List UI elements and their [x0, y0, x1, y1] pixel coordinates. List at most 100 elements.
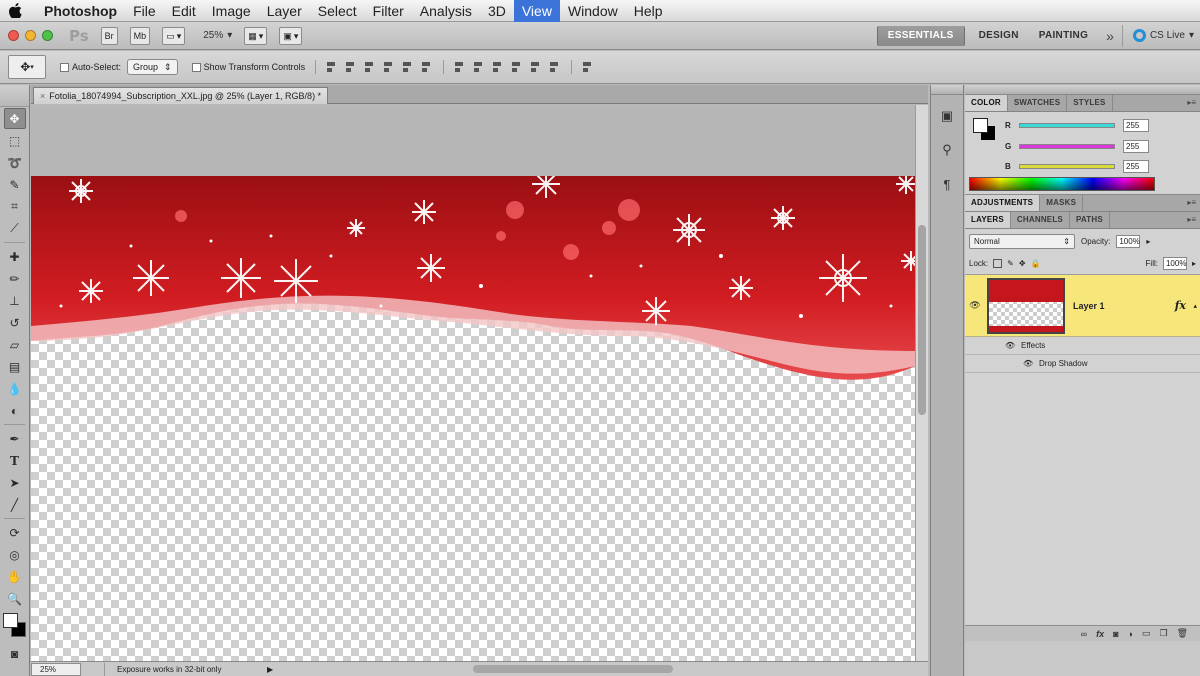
horizontal-scroll-thumb[interactable]: [473, 665, 674, 673]
distribute-top-icon[interactable]: [452, 60, 466, 74]
distribute-left-icon[interactable]: [509, 60, 523, 74]
visibility-eye-icon[interactable]: 👁: [1023, 359, 1033, 368]
layer-name[interactable]: Layer 1: [1073, 301, 1105, 311]
healing-brush-tool-icon[interactable]: ✚: [4, 246, 26, 267]
tab-styles[interactable]: STYLES: [1067, 95, 1113, 111]
opacity-field[interactable]: 100%: [1116, 234, 1141, 248]
menu-help[interactable]: Help: [626, 0, 671, 22]
menu-view[interactable]: View: [513, 0, 560, 22]
align-left-icon[interactable]: [381, 60, 395, 74]
menu-filter[interactable]: Filter: [365, 0, 412, 22]
vertical-scroll-thumb[interactable]: [918, 225, 926, 415]
brush-tool-icon[interactable]: ✏: [4, 268, 26, 289]
workspace-essentials[interactable]: ESSENTIALS: [876, 25, 965, 46]
workspace-design[interactable]: DESIGN: [969, 22, 1029, 50]
menu-app-photoshop[interactable]: Photoshop: [30, 0, 125, 22]
align-vcenter-icon[interactable]: [343, 60, 357, 74]
minimize-window-button[interactable]: [25, 30, 36, 41]
3d-rotate-tool-icon[interactable]: ⟳: [4, 522, 26, 543]
launch-bridge-button[interactable]: Br: [100, 26, 118, 45]
panel-menu-icon[interactable]: ▸≡: [1187, 215, 1196, 224]
launch-minibridge-button[interactable]: Mb: [129, 26, 151, 45]
tab-masks[interactable]: MASKS: [1040, 195, 1084, 211]
blur-tool-icon[interactable]: 💧: [4, 378, 26, 399]
add-layer-mask-icon[interactable]: ◙: [1113, 629, 1118, 639]
show-transform-controls-checkbox[interactable]: Show Transform Controls: [191, 62, 305, 72]
collapse-effects-arrow-icon[interactable]: ▴: [1193, 302, 1197, 310]
eyedropper-tool-icon[interactable]: ⟋: [4, 218, 26, 239]
distribute-right-icon[interactable]: [547, 60, 561, 74]
slider-track[interactable]: [1019, 122, 1115, 128]
menu-3d[interactable]: 3D: [480, 0, 514, 22]
screen-mode-button[interactable]: ▣ ▾: [279, 26, 303, 45]
link-layers-icon[interactable]: ∞: [1081, 629, 1087, 639]
panel-menu-icon[interactable]: ▸≡: [1187, 198, 1196, 207]
menu-file[interactable]: File: [125, 0, 164, 22]
tab-paths[interactable]: PATHS: [1070, 212, 1110, 228]
foreground-color-swatch[interactable]: [973, 118, 988, 133]
minibridge-panel-icon[interactable]: ▣: [934, 103, 960, 129]
visibility-eye-icon[interactable]: 👁: [1005, 341, 1015, 350]
cs-live-button[interactable]: CS Live ▾: [1121, 24, 1200, 47]
path-selection-tool-icon[interactable]: ➤: [4, 472, 26, 493]
tab-channels[interactable]: CHANNELS: [1011, 212, 1070, 228]
menu-layer[interactable]: Layer: [259, 0, 310, 22]
distribute-bottom-icon[interactable]: [490, 60, 504, 74]
menu-select[interactable]: Select: [310, 0, 365, 22]
blue-slider[interactable]: B 255: [1005, 159, 1195, 173]
panel-menu-icon[interactable]: ▸≡: [1187, 98, 1196, 107]
lock-image-pixels-icon[interactable]: ✎: [1007, 259, 1014, 268]
lock-position-icon[interactable]: ✥: [1019, 259, 1026, 268]
red-slider[interactable]: R 255: [1005, 118, 1195, 132]
slider-value[interactable]: 255: [1123, 159, 1149, 173]
slider-value[interactable]: 255: [1123, 139, 1149, 153]
foreground-background-swatches[interactable]: [2, 613, 28, 639]
line-tool-icon[interactable]: ╱: [4, 494, 26, 515]
tab-layers[interactable]: LAYERS: [965, 212, 1011, 228]
quick-selection-tool-icon[interactable]: ✎: [4, 174, 26, 195]
status-info-icon[interactable]: [85, 662, 105, 676]
auto-align-layers-icon[interactable]: [580, 60, 594, 74]
color-panel-swatches[interactable]: [973, 118, 997, 142]
color-spectrum-bar[interactable]: [969, 177, 1155, 191]
document-canvas[interactable]: [31, 105, 915, 661]
slider-track[interactable]: [1019, 163, 1115, 169]
tab-color[interactable]: COLOR: [965, 95, 1008, 111]
align-top-icon[interactable]: [324, 60, 338, 74]
quick-mask-icon[interactable]: ◙: [4, 643, 26, 664]
clone-stamp-tool-icon[interactable]: ⊥: [4, 290, 26, 311]
layer-effects-fx-icon[interactable]: fx: [1175, 299, 1186, 312]
lock-transparent-pixels-icon[interactable]: [993, 259, 1003, 268]
status-zoom-field[interactable]: 25%: [31, 662, 81, 676]
new-adjustment-layer-icon[interactable]: ◑: [1128, 629, 1133, 639]
blend-mode-select[interactable]: Normal ⇕: [969, 233, 1075, 249]
eraser-tool-icon[interactable]: ▱: [4, 334, 26, 355]
lock-all-icon[interactable]: 🔒: [1031, 259, 1041, 268]
checkbox-box[interactable]: [191, 62, 201, 72]
dodge-tool-icon[interactable]: ◐: [4, 400, 26, 421]
paragraph-panel-icon[interactable]: ¶: [934, 171, 960, 197]
close-window-button[interactable]: [8, 30, 19, 41]
crop-tool-icon[interactable]: ⌗: [4, 196, 26, 217]
auto-select-checkbox[interactable]: Auto-Select:: [60, 62, 121, 72]
align-bottom-icon[interactable]: [362, 60, 376, 74]
distribute-hcenter-icon[interactable]: [528, 60, 542, 74]
workspace-painting[interactable]: PAINTING: [1029, 22, 1098, 50]
type-tool-icon[interactable]: T: [4, 450, 26, 471]
3d-orbit-tool-icon[interactable]: ◎: [4, 544, 26, 565]
new-layer-icon[interactable]: ❐: [1159, 628, 1167, 639]
tab-adjustments[interactable]: ADJUSTMENTS: [965, 195, 1041, 211]
status-menu-arrow-icon[interactable]: ▶: [267, 665, 273, 674]
tab-swatches[interactable]: SWATCHES: [1008, 95, 1068, 111]
view-extras-button[interactable]: ▭ ▾: [162, 26, 186, 45]
checkbox-box[interactable]: [60, 62, 69, 72]
effects-row[interactable]: 👁 Effects: [965, 337, 1200, 355]
menu-analysis[interactable]: Analysis: [412, 0, 480, 22]
auto-select-target-select[interactable]: Group ⇕: [127, 59, 178, 75]
zoom-level-select[interactable]: 25% ▾: [203, 30, 232, 41]
more-workspaces-icon[interactable]: »: [1098, 28, 1122, 44]
menu-edit[interactable]: Edit: [164, 0, 204, 22]
align-hcenter-icon[interactable]: [400, 60, 414, 74]
layer-thumbnail[interactable]: [987, 277, 1065, 334]
align-right-icon[interactable]: [419, 60, 433, 74]
